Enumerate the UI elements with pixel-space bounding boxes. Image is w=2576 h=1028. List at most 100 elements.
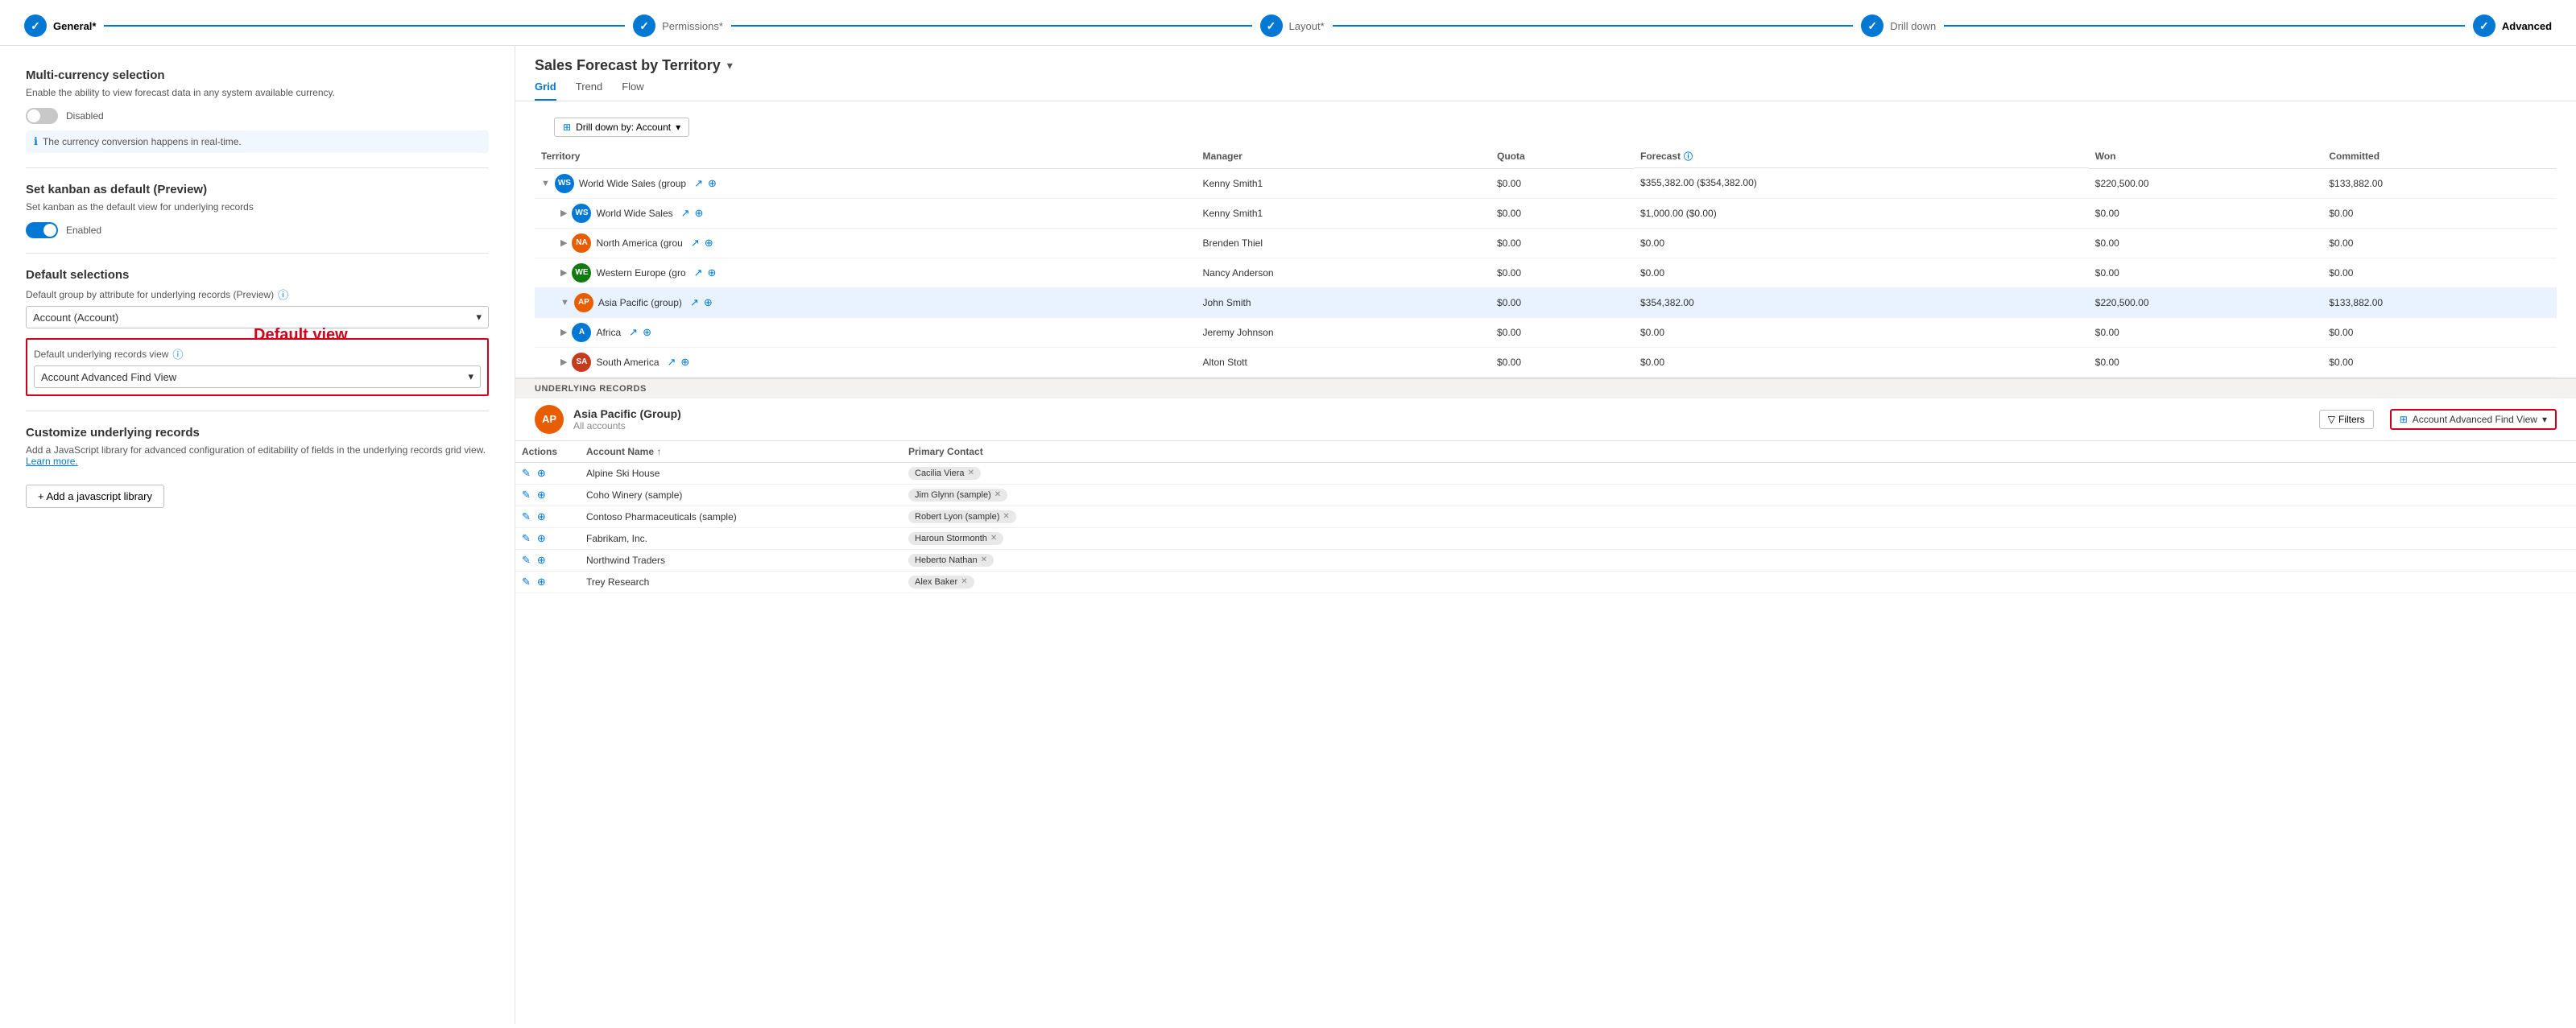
expand-icon[interactable]: ▶ bbox=[560, 237, 567, 248]
wizard-connector-1 bbox=[104, 25, 625, 27]
expand-icon[interactable]: ▼ bbox=[560, 298, 569, 308]
learn-more-link[interactable]: Learn more. bbox=[26, 456, 78, 467]
edit-icon[interactable]: ✎ bbox=[522, 576, 531, 588]
edit-icon[interactable]: ✎ bbox=[522, 489, 531, 502]
forecast-td-forecast: $355,382.00 ($354,382.00) bbox=[1634, 168, 2089, 198]
share-icon[interactable]: ↗ bbox=[681, 207, 690, 220]
wizard-step-permissions-check: ✓ bbox=[633, 14, 655, 37]
share-icon[interactable]: ↗ bbox=[694, 177, 703, 190]
forecast-title-chevron[interactable]: ▾ bbox=[727, 59, 733, 72]
view-selector[interactable]: ⊞ Account Advanced Find View ▾ bbox=[2390, 409, 2557, 430]
right-panel: Sales Forecast by Territory ▾ Grid Trend… bbox=[515, 46, 2576, 1024]
settings-icon[interactable]: ⊕ bbox=[705, 237, 713, 250]
settings-icon[interactable]: ⊕ bbox=[643, 326, 651, 339]
forecast-td-committed: $0.00 bbox=[2322, 198, 2557, 228]
expand-icon[interactable]: ▶ bbox=[560, 267, 567, 278]
col-actions: Actions bbox=[515, 441, 580, 463]
contact-name: Heberto Nathan bbox=[915, 555, 978, 565]
add-javascript-button[interactable]: + Add a javascript library bbox=[26, 485, 164, 508]
col-quota: Quota bbox=[1491, 145, 1634, 168]
wizard-step-drilldown[interactable]: ✓ Drill down bbox=[1861, 14, 1936, 37]
wizard-step-advanced[interactable]: ✓ Advanced bbox=[2473, 14, 2552, 37]
view-selector-chevron: ▾ bbox=[2542, 414, 2547, 425]
forecast-td-forecast: $0.00 bbox=[1634, 347, 2089, 377]
kanban-toggle-label: Enabled bbox=[66, 225, 101, 236]
share-icon[interactable]: ↗ bbox=[629, 326, 638, 339]
main-layout: Multi-currency selection Enable the abil… bbox=[0, 46, 2576, 1024]
wizard-step-drilldown-check: ✓ bbox=[1861, 14, 1883, 37]
tag-close[interactable]: ✕ bbox=[1003, 512, 1009, 521]
share-icon[interactable]: ↗ bbox=[668, 356, 676, 369]
forecast-td-quota: $0.00 bbox=[1491, 287, 1634, 317]
forecast-td-quota: $0.00 bbox=[1491, 168, 1634, 198]
tag-close[interactable]: ✕ bbox=[981, 555, 987, 564]
multicurrency-toggle[interactable] bbox=[26, 108, 58, 124]
forecast-title-row: Sales Forecast by Territory ▾ bbox=[535, 57, 2557, 74]
wizard-step-drilldown-label: Drill down bbox=[1890, 20, 1936, 32]
wizard-step-advanced-label: Advanced bbox=[2502, 20, 2552, 32]
forecast-td-territory: ▶ SA South America ↗ ⊕ bbox=[535, 347, 1196, 377]
wizard-step-layout[interactable]: ✓ Layout* bbox=[1260, 14, 1325, 37]
contact-tag: Jim Glynn (sample) ✕ bbox=[908, 489, 1007, 502]
wizard-step-general[interactable]: ✓ General* bbox=[24, 14, 96, 37]
defaults-section: Default selections Default group by attr… bbox=[26, 268, 489, 396]
info-circle-icon[interactable]: ⊕ bbox=[537, 576, 546, 588]
chevron-down-icon-2: ▾ bbox=[468, 370, 473, 383]
edit-icon[interactable]: ✎ bbox=[522, 510, 531, 523]
info-circle-icon[interactable]: ⊕ bbox=[537, 467, 546, 480]
wizard-step-permissions[interactable]: ✓ Permissions* bbox=[633, 14, 723, 37]
drill-down-button[interactable]: ⊞ Drill down by: Account ▾ bbox=[554, 118, 689, 137]
wizard-bar: ✓ General* ✓ Permissions* ✓ Layout* ✓ Dr… bbox=[0, 0, 2576, 46]
expand-icon[interactable]: ▶ bbox=[560, 208, 567, 218]
tab-trend[interactable]: Trend bbox=[576, 81, 602, 101]
forecast-td-won: $0.00 bbox=[2089, 198, 2323, 228]
forecast-td-forecast: $0.00 bbox=[1634, 228, 2089, 258]
underlying-td-account: Coho Winery (sample) bbox=[580, 484, 902, 506]
info-circle-icon[interactable]: ⊕ bbox=[537, 489, 546, 502]
filters-button[interactable]: ▽ Filters bbox=[2319, 410, 2374, 429]
settings-icon[interactable]: ⊕ bbox=[704, 296, 713, 309]
expand-icon[interactable]: ▼ bbox=[541, 179, 550, 188]
tab-grid[interactable]: Grid bbox=[535, 81, 556, 101]
tag-close[interactable]: ✕ bbox=[990, 534, 997, 543]
default-view-select[interactable]: Account Advanced Find View ▾ bbox=[34, 365, 481, 388]
edit-icon[interactable]: ✎ bbox=[522, 467, 531, 480]
settings-icon[interactable]: ⊕ bbox=[680, 356, 689, 369]
underlying-table-wrap: Actions Account Name ↑ Primary Contact ✎… bbox=[515, 441, 2576, 593]
wizard-step-layout-check: ✓ bbox=[1260, 14, 1283, 37]
group-attr-select[interactable]: Account (Account) ▾ bbox=[26, 306, 489, 328]
left-panel: Multi-currency selection Enable the abil… bbox=[0, 46, 515, 1024]
drill-chevron-icon: ▾ bbox=[676, 122, 680, 133]
tab-flow[interactable]: Flow bbox=[622, 81, 643, 101]
settings-icon[interactable]: ⊕ bbox=[695, 207, 704, 220]
forecast-td-quota: $0.00 bbox=[1491, 228, 1634, 258]
underlying-header: UNDERLYING RECORDS bbox=[515, 379, 2576, 398]
underlying-td-actions: ✎ ⊕ bbox=[515, 484, 580, 506]
info-circle-icon[interactable]: ⊕ bbox=[537, 532, 546, 545]
info-circle-icon[interactable]: ⊕ bbox=[537, 510, 546, 523]
info-circle-icon[interactable]: ⊕ bbox=[537, 554, 546, 567]
forecast-td-won: $0.00 bbox=[2089, 317, 2323, 347]
settings-icon[interactable]: ⊕ bbox=[708, 177, 717, 190]
share-icon[interactable]: ↗ bbox=[691, 237, 700, 250]
expand-icon[interactable]: ▶ bbox=[560, 357, 567, 367]
settings-icon[interactable]: ⊕ bbox=[708, 266, 717, 279]
tag-close[interactable]: ✕ bbox=[994, 490, 1001, 499]
tag-close[interactable]: ✕ bbox=[961, 577, 967, 586]
tag-close[interactable]: ✕ bbox=[968, 469, 974, 477]
edit-icon[interactable]: ✎ bbox=[522, 554, 531, 567]
forecast-row: ▼ AP Asia Pacific (group) ↗ ⊕ John Smith… bbox=[535, 287, 2557, 317]
forecast-td-manager: Kenny Smith1 bbox=[1196, 198, 1491, 228]
forecast-td-territory: ▶ WE Western Europe (gro ↗ ⊕ bbox=[535, 258, 1196, 287]
expand-icon[interactable]: ▶ bbox=[560, 327, 567, 337]
share-icon[interactable]: ↗ bbox=[694, 266, 703, 279]
drill-btn-area: ⊞ Drill down by: Account ▾ bbox=[515, 101, 2576, 145]
filter-icon-2: ▽ bbox=[2328, 414, 2335, 425]
wizard-connector-2 bbox=[731, 25, 1252, 27]
underlying-row: ✎ ⊕ Contoso Pharmaceuticals (sample) Rob… bbox=[515, 506, 2576, 527]
underlying-td-actions: ✎ ⊕ bbox=[515, 549, 580, 571]
view-field-label: Default underlying records view ⓘ bbox=[34, 346, 481, 361]
kanban-toggle[interactable] bbox=[26, 222, 58, 238]
share-icon[interactable]: ↗ bbox=[690, 296, 699, 309]
edit-icon[interactable]: ✎ bbox=[522, 532, 531, 545]
